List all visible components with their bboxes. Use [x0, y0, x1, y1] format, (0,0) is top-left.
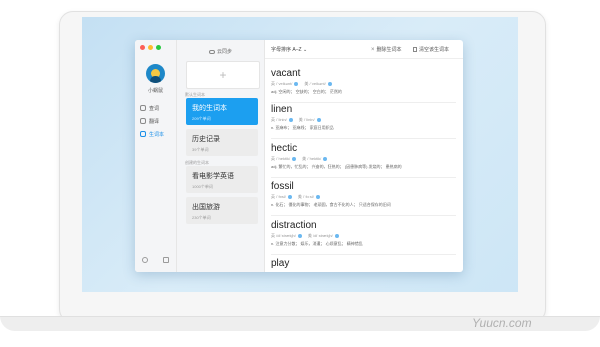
clear-label: 清空该生词本 [419, 47, 450, 53]
speaker-icon[interactable] [297, 233, 302, 238]
speaker-icon[interactable] [327, 81, 332, 86]
phonetics: 英 /ˈveikənt/美 /ˈveikənt/ [271, 81, 456, 87]
close-icon: × [371, 46, 375, 53]
uk-phonetic: 英 /ˈveikənt/ [271, 81, 293, 86]
us-phonetic: 美 /diˈstrækʃn/ [307, 233, 333, 238]
delete-label: 删除生词本 [376, 47, 402, 53]
definition: n. 化石； 僵化的事物； 老顽固，食古不化的人； 只适合保存的旧词 [271, 202, 391, 207]
nav-item-wordbook[interactable]: 生词本 [140, 129, 164, 139]
search-icon [140, 105, 146, 111]
watermark: Yuucn.com [472, 316, 532, 330]
list-item[interactable]: play [271, 258, 456, 269]
cloud-icon [208, 49, 215, 54]
add-wordbook-button[interactable]: + [186, 61, 260, 89]
phonetics: 英 /diˈstrækʃn/美 /diˈstrækʃn/ [271, 233, 456, 239]
cloud-sync-button[interactable]: 云同步 [177, 48, 264, 55]
wordbook-name: 我的生词本 [192, 105, 227, 112]
speaker-icon[interactable] [315, 194, 320, 199]
word-title: vacant [271, 68, 301, 79]
nav-item-label: 查词 [149, 105, 160, 112]
nav-bottom-actions [135, 257, 176, 263]
speaker-icon[interactable] [287, 194, 292, 199]
speaker-icon[interactable] [316, 117, 321, 122]
wordbook-count: 1000个单词 [192, 184, 213, 189]
sort-label: 字母排序 A–Z [271, 47, 302, 53]
word-title: linen [271, 104, 293, 115]
wordbook-name: 历史记录 [192, 136, 220, 143]
nav-item-label: 生词本 [149, 131, 165, 138]
list-item[interactable]: linen 英 /ˈlinin/美 /ˈlinin/ n. 亚麻布； 亚麻线； … [271, 104, 456, 139]
nav-item-label: 翻译 [149, 118, 160, 125]
list-item[interactable]: hectic 英 /ˈhektik/美 /ˈhektik/ adj. 繁忙的，忙… [271, 143, 456, 178]
sync-label: 云同步 [216, 49, 232, 55]
chevron-down-icon: ⌄ [302, 47, 308, 53]
uk-phonetic: 英 /ˈfɒsl/ [271, 194, 286, 199]
wordbook-count: 230个单词 [192, 215, 211, 220]
speaker-icon[interactable] [334, 233, 339, 238]
definition: adj. 空闲的； 空缺的； 空白的； 茫然的 [271, 89, 342, 94]
definition: n. 注意力分散； 娱乐，消遣； 心烦意乱； 精神错乱 [271, 241, 363, 246]
uk-phonetic: 英 /ˈlinin/ [271, 117, 287, 122]
word-title: fossil [271, 181, 294, 192]
wordbook-name: 看电影学英语 [192, 173, 234, 180]
divider [271, 177, 456, 178]
word-title: distraction [271, 220, 317, 231]
toolbar: 字母排序 A–Z ⌄ × 删除生词本 清空该生词本 [265, 40, 463, 59]
settings-icon[interactable] [142, 257, 149, 263]
uk-phonetic: 英 /diˈstrækʃn/ [271, 233, 296, 238]
list-item[interactable]: distraction 英 /diˈstrækʃn/美 /diˈstrækʃn/… [271, 220, 456, 255]
close-button[interactable] [140, 45, 145, 50]
minimize-button[interactable] [148, 45, 153, 50]
wordbook-item-history[interactable]: 历史记录 39个单词 [186, 129, 258, 156]
nav-item-translate[interactable]: 翻译 [140, 116, 159, 126]
divider [271, 138, 456, 139]
speaker-icon[interactable] [292, 156, 297, 161]
word-list-pane: 字母排序 A–Z ⌄ × 删除生词本 清空该生词本 vacant 英 /ˈveik… [265, 40, 463, 272]
nav-item-lookup[interactable]: 查词 [140, 103, 159, 113]
divider [271, 215, 456, 216]
divider [271, 102, 456, 103]
phonetics: 英 /ˈhektik/美 /ˈhektik/ [271, 156, 456, 162]
us-phonetic: 美 /ˈhektik/ [302, 156, 322, 161]
wordbook-item-mine[interactable]: 我的生词本 209个单词 [186, 98, 258, 125]
wordbook-count: 209个单词 [192, 116, 211, 121]
maximize-button[interactable] [156, 45, 161, 50]
clear-wordbook-button[interactable]: 清空该生词本 [413, 46, 449, 53]
app-window: 小蜗鼠 查词 翻译 生词本 云同步 + 默认生词本 我的生词本 209个单词 历… [135, 40, 463, 272]
list-item[interactable]: fossil 英 /ˈfɒsl/美 /ˈfɑːsl/ n. 化石； 僵化的事物；… [271, 181, 456, 216]
wordbook-item-movies[interactable]: 看电影学英语 1000个单词 [186, 166, 258, 193]
trash-icon [413, 47, 417, 52]
book-icon [140, 131, 146, 137]
definition: n. 亚麻布； 亚麻线； 家庭日用织品 [271, 125, 334, 130]
phonetics: 英 /ˈfɒsl/美 /ˈfɑːsl/ [271, 194, 456, 200]
link-icon [140, 118, 146, 124]
wordbook-list-panel: 云同步 + 默认生词本 我的生词本 209个单词 历史记录 39个单词 创建的生… [177, 40, 265, 272]
sort-dropdown[interactable]: 字母排序 A–Z ⌄ [271, 46, 307, 53]
avatar[interactable] [146, 64, 165, 83]
speaker-icon[interactable] [323, 156, 328, 161]
word-title: play [271, 258, 290, 269]
window-icon[interactable] [162, 257, 169, 263]
delete-wordbook-button[interactable]: × 删除生词本 [371, 46, 402, 54]
us-phonetic: 美 /ˈlinin/ [298, 117, 315, 122]
definition: adj. 繁忙的，忙乱的； 兴奋的，狂热的； (因患肺病等) 发烧的； 患热病的 [271, 164, 402, 169]
speaker-icon[interactable] [288, 117, 293, 122]
us-phonetic: 美 /ˈveikənt/ [304, 81, 326, 86]
list-item[interactable]: vacant 英 /ˈveikənt/美 /ˈveikənt/ adj. 空闲的… [271, 68, 456, 103]
uk-phonetic: 英 /ˈhektik/ [271, 156, 291, 161]
wordbook-item-travel[interactable]: 出国旅游 230个单词 [186, 197, 258, 224]
window-controls [140, 45, 161, 50]
word-title: hectic [271, 143, 298, 154]
us-phonetic: 美 /ˈfɑːsl/ [297, 194, 314, 199]
navigation-sidebar: 小蜗鼠 查词 翻译 生词本 [135, 40, 177, 272]
wordbook-name: 出国旅游 [192, 204, 220, 211]
wordbook-count: 39个单词 [192, 147, 209, 152]
phonetics: 英 /ˈlinin/美 /ˈlinin/ [271, 117, 456, 123]
username: 小蜗鼠 [147, 88, 163, 94]
speaker-icon[interactable] [294, 81, 299, 86]
divider [271, 254, 456, 255]
